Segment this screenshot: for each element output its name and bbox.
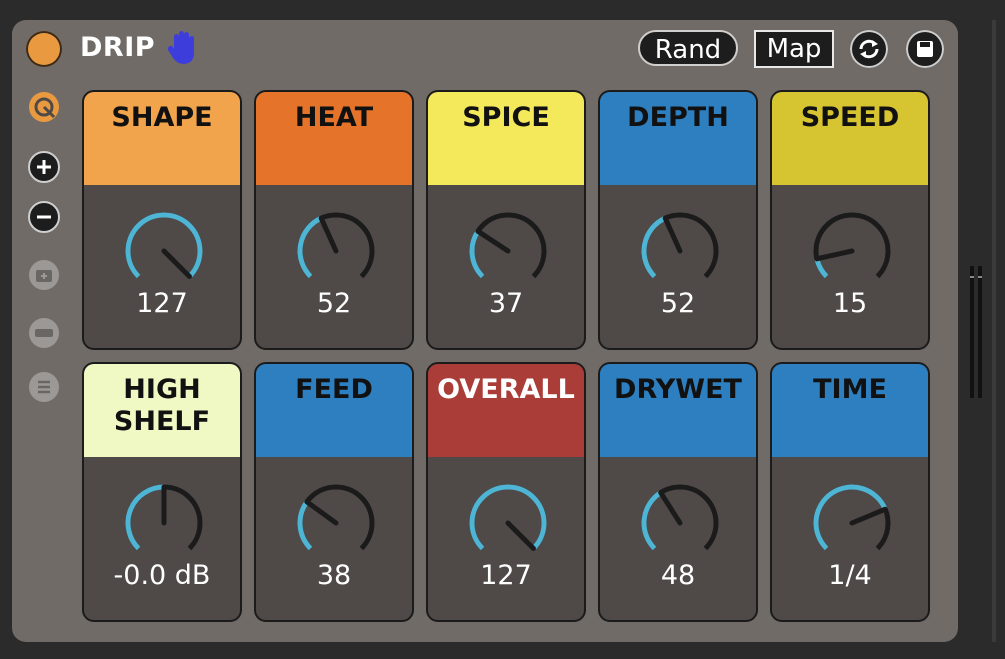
device-power-button[interactable]: [26, 31, 62, 67]
knob-track: [813, 212, 891, 279]
hot-swap-icon: [29, 92, 59, 122]
add-variation-button[interactable]: [27, 150, 61, 184]
macro-label[interactable]: SPICE: [428, 92, 584, 185]
macro-value: 52: [316, 288, 352, 319]
map-button[interactable]: Map: [754, 30, 834, 68]
macro-label[interactable]: DEPTH: [600, 92, 756, 185]
knob-value-arc: [469, 229, 485, 279]
macro-label[interactable]: DRYWET: [600, 364, 756, 457]
knob-needle: [658, 490, 683, 526]
sync-icon: [859, 39, 879, 59]
add-icon: [28, 151, 60, 183]
macro-panel-feed: FEED 38: [254, 362, 414, 622]
knob-needle: [318, 215, 339, 254]
knob-needle: [161, 248, 192, 279]
knob-needle: [304, 499, 339, 526]
macro-value: 127: [136, 288, 188, 319]
collapse-icon: [29, 318, 59, 348]
macro-value: -0.0 dB: [113, 560, 211, 591]
knob-value-arc: [125, 212, 203, 279]
camera-icon: [29, 260, 59, 290]
remove-icon: [28, 201, 60, 233]
knob-needle: [475, 228, 511, 254]
vertical-scrollbar[interactable]: [966, 262, 988, 402]
remove-variation-button[interactable]: [27, 200, 61, 234]
macro-panel-depth: DEPTH 52: [598, 90, 758, 350]
macro-panel-shape: SHAPE 127: [82, 90, 242, 350]
macro-knob[interactable]: [634, 477, 726, 569]
hot-swap-button[interactable]: [27, 90, 61, 124]
knob-track: [297, 484, 375, 551]
macro-knob[interactable]: [290, 477, 382, 569]
macro-value: 1/4: [828, 560, 872, 591]
macro-value: 48: [660, 560, 696, 591]
list-button[interactable]: [27, 370, 61, 404]
macro-value: 15: [832, 288, 868, 319]
macro-panel-time: TIME 1/4: [770, 362, 930, 622]
hand-icon: [167, 31, 194, 64]
knob-value-arc: [814, 258, 829, 279]
macro-panel-high-shelf: HIGH SHELF -0.0 dB: [82, 362, 242, 622]
device-title: DRIP: [80, 32, 156, 63]
macro-knob[interactable]: [118, 477, 210, 569]
knob-value-arc: [813, 484, 888, 551]
knob-needle: [505, 520, 536, 551]
rand-button[interactable]: Rand: [638, 30, 738, 66]
macro-knob[interactable]: [290, 205, 382, 297]
macro-label[interactable]: SPEED: [772, 92, 928, 185]
macro-label[interactable]: HIGH SHELF: [84, 364, 240, 457]
macro-knob[interactable]: [118, 205, 210, 297]
macro-knob[interactable]: [806, 205, 898, 297]
macro-value: 52: [660, 288, 696, 319]
macro-label[interactable]: HEAT: [256, 92, 412, 185]
macro-label[interactable]: FEED: [256, 364, 412, 457]
device-rack: DRIP Rand Map SHAPE 127 HEAT 52 SPICE 37…: [12, 20, 958, 642]
divider: [992, 20, 996, 642]
knob-needle: [814, 248, 855, 262]
macro-knob[interactable]: [806, 477, 898, 569]
macro-label[interactable]: OVERALL: [428, 364, 584, 457]
knob-value-arc: [469, 484, 547, 551]
knob-needle: [662, 215, 683, 254]
save-icon: [917, 41, 933, 57]
collapse-button[interactable]: [27, 316, 61, 350]
knob-value-arc: [125, 484, 165, 551]
knob-needle: [849, 506, 888, 526]
macro-value: 38: [316, 560, 352, 591]
knob-track: [469, 212, 547, 279]
macro-label[interactable]: SHAPE: [84, 92, 240, 185]
knob-value-arc: [297, 500, 313, 551]
macro-label[interactable]: TIME: [772, 364, 928, 457]
macro-knob[interactable]: [634, 205, 726, 297]
save-preset-button[interactable]: [906, 30, 944, 68]
macro-panel-heat: HEAT 52: [254, 90, 414, 350]
sync-button[interactable]: [850, 30, 888, 68]
macro-sidebar: [24, 90, 70, 420]
macro-panel-drywet: DRYWET 48: [598, 362, 758, 622]
knob-value-arc: [641, 215, 667, 279]
snapshot-button[interactable]: [27, 258, 61, 292]
knob-value-arc: [297, 215, 323, 279]
macro-value: 127: [480, 560, 532, 591]
macro-knob[interactable]: [462, 205, 554, 297]
macro-panel-overall: OVERALL 127: [426, 362, 586, 622]
macro-knob[interactable]: [462, 477, 554, 569]
macro-panel-spice: SPICE 37: [426, 90, 586, 350]
macro-panel-speed: SPEED 15: [770, 90, 930, 350]
macro-value: 37: [488, 288, 524, 319]
device-title-bar: DRIP Rand Map: [12, 20, 958, 78]
list-icon: [29, 372, 59, 402]
knob-value-arc: [641, 490, 663, 551]
